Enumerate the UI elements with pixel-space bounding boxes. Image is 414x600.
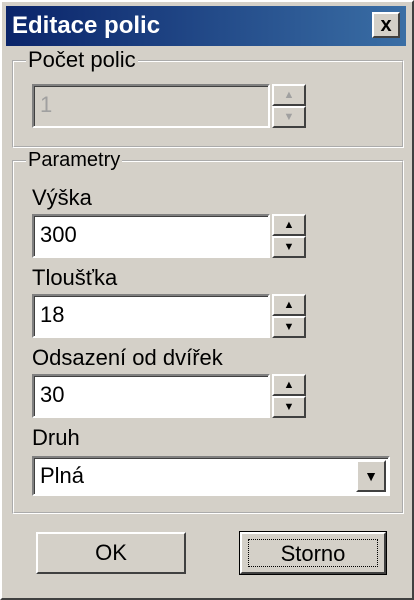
shelf-count-up-button[interactable]: ▲ — [272, 84, 306, 106]
up-arrow-icon: ▲ — [283, 218, 295, 231]
cancel-button[interactable]: Storno — [239, 531, 387, 575]
title-bar[interactable]: Editace polic x — [6, 6, 406, 46]
parameters-legend: Parametry — [26, 148, 123, 172]
up-arrow-icon: ▲ — [283, 298, 295, 311]
window-title: Editace polic — [12, 12, 161, 39]
height-label: Výška — [32, 185, 92, 210]
down-arrow-icon: ▼ — [283, 400, 295, 413]
height-up-button[interactable]: ▲ — [272, 214, 306, 236]
down-arrow-icon: ▼ — [283, 110, 295, 123]
type-select[interactable]: Plná ▼ — [32, 456, 390, 496]
thickness-label: Tloušťka — [32, 265, 118, 290]
height-spinner: ▲ ▼ — [272, 214, 306, 258]
type-dropdown-button[interactable]: ▼ — [356, 460, 386, 492]
shelf-count-field[interactable]: 1 — [32, 84, 270, 128]
up-arrow-icon: ▲ — [283, 88, 295, 101]
offset-up-button[interactable]: ▲ — [272, 374, 306, 396]
close-button[interactable]: x — [372, 12, 400, 38]
height-field[interactable]: 300 — [32, 214, 270, 258]
thickness-spinner: ▲ ▼ — [272, 294, 306, 338]
shelf-count-spinner: ▲ ▼ — [272, 84, 306, 128]
type-label: Druh — [32, 425, 80, 450]
close-icon: x — [380, 14, 392, 36]
up-arrow-icon: ▲ — [283, 378, 295, 391]
offset-label: Odsazení od dvířek — [32, 345, 223, 370]
offset-down-button[interactable]: ▼ — [272, 396, 306, 418]
thickness-field[interactable]: 18 — [32, 294, 270, 338]
chevron-down-icon: ▼ — [364, 468, 378, 484]
thickness-up-button[interactable]: ▲ — [272, 294, 306, 316]
ok-button[interactable]: OK — [36, 532, 186, 574]
offset-field[interactable]: 30 — [32, 374, 270, 418]
down-arrow-icon: ▼ — [283, 320, 295, 333]
height-down-button[interactable]: ▼ — [272, 236, 306, 258]
offset-spinner: ▲ ▼ — [272, 374, 306, 418]
cancel-button-label: Storno — [248, 539, 378, 567]
down-arrow-icon: ▼ — [283, 240, 295, 253]
shelf-count-legend: Počet polic — [26, 47, 138, 72]
shelf-count-down-button[interactable]: ▼ — [272, 106, 306, 128]
dialog-window: Editace polic x Počet polic 1 ▲ ▼ Parame… — [0, 0, 414, 600]
thickness-down-button[interactable]: ▼ — [272, 316, 306, 338]
type-selected-value: Plná — [40, 463, 85, 488]
